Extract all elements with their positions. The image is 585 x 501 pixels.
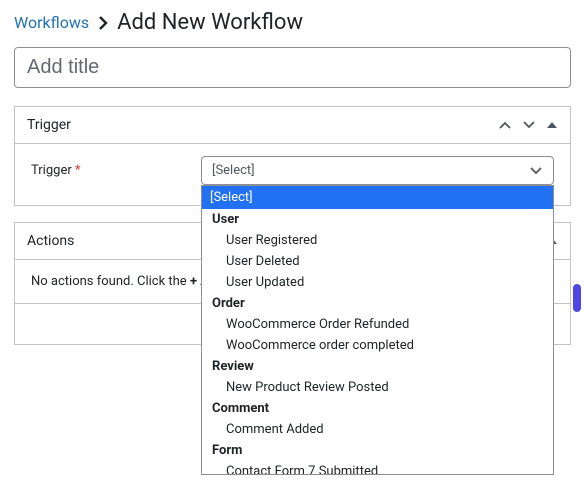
dropdown-group-label: Order	[202, 293, 553, 314]
actions-panel-title: Actions	[27, 233, 74, 249]
trigger-dropdown[interactable]: [Select] UserUser RegisteredUser Deleted…	[201, 185, 554, 475]
chevron-down-icon[interactable]	[522, 120, 536, 130]
trigger-field-row: Trigger * [Select] [Select] UserUser Reg…	[31, 156, 554, 185]
dropdown-option[interactable]: Comment Added	[202, 419, 553, 440]
chevron-up-icon[interactable]	[498, 120, 512, 130]
button-edge[interactable]	[573, 284, 581, 312]
page-title: Add New Workflow	[117, 10, 303, 35]
trigger-panel: Trigger Trigger * [Select] [Select] User…	[14, 106, 571, 206]
dropdown-group-label: Review	[202, 356, 553, 377]
trigger-select[interactable]: [Select]	[201, 156, 554, 185]
trigger-panel-header: Trigger	[15, 107, 570, 144]
trigger-panel-title: Trigger	[27, 117, 71, 133]
dropdown-group-label: User	[202, 209, 553, 230]
caret-up-icon[interactable]	[546, 120, 558, 130]
trigger-select-value: [Select]	[212, 163, 255, 178]
dropdown-option[interactable]: User Deleted	[202, 251, 553, 272]
dropdown-option[interactable]: Contact Form 7 Submitted	[202, 461, 553, 475]
trigger-field-label: Trigger *	[31, 163, 191, 178]
dropdown-option[interactable]: New Product Review Posted	[202, 377, 553, 398]
dropdown-option-selected[interactable]: [Select]	[202, 186, 553, 209]
breadcrumb: Workflows Add New Workflow	[14, 10, 571, 35]
dropdown-group-label: Form	[202, 440, 553, 461]
dropdown-option[interactable]: WooCommerce order completed	[202, 335, 553, 356]
chevron-down-icon	[529, 166, 543, 176]
breadcrumb-link-workflows[interactable]: Workflows	[14, 13, 89, 32]
dropdown-option[interactable]: User Updated	[202, 272, 553, 293]
title-input[interactable]	[14, 47, 571, 88]
dropdown-option[interactable]: User Registered	[202, 230, 553, 251]
dropdown-option[interactable]: WooCommerce Order Refunded	[202, 314, 553, 335]
dropdown-group-label: Comment	[202, 398, 553, 419]
chevron-right-icon	[97, 15, 109, 31]
